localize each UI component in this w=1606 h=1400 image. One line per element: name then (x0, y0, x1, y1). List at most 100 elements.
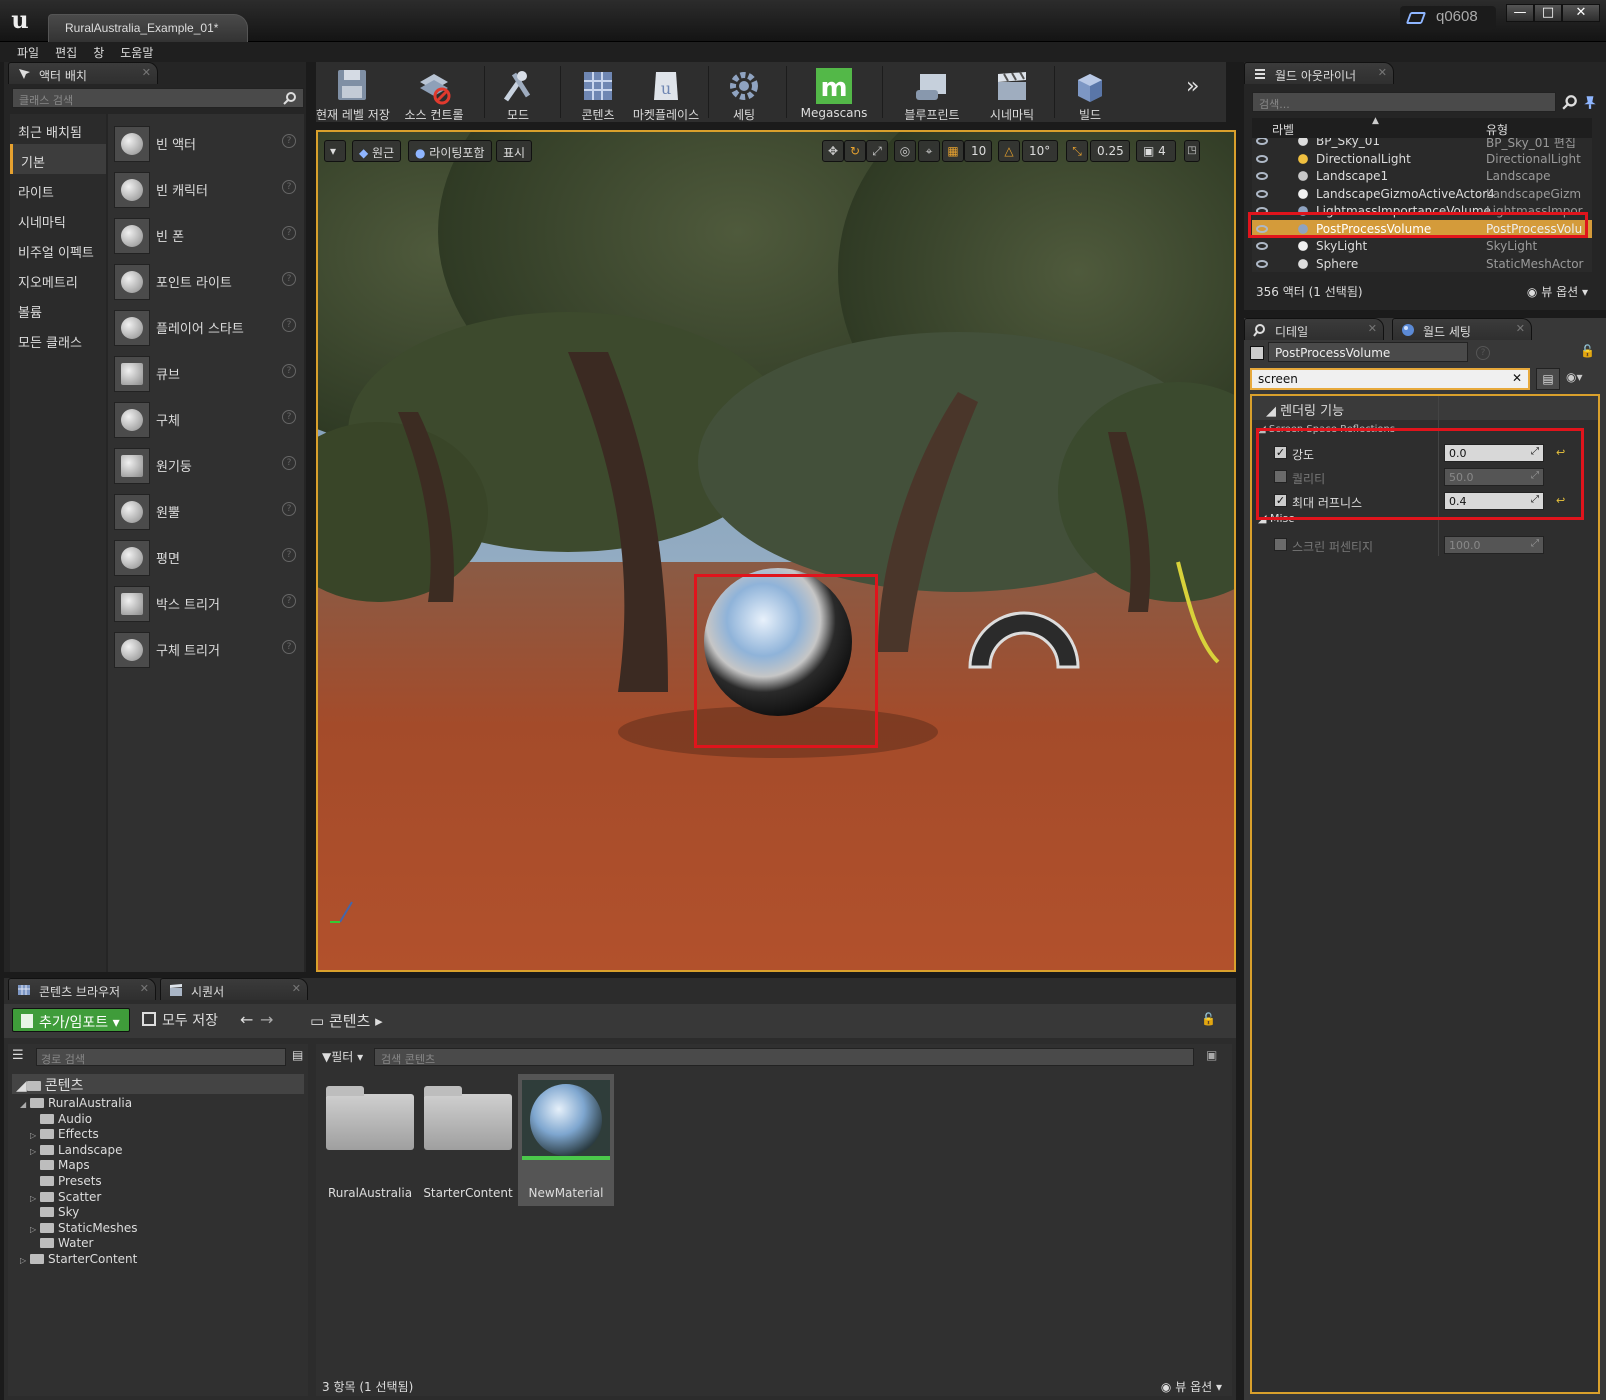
close-icon[interactable]: ✕ (1516, 322, 1525, 335)
scale-snap-value[interactable]: 0.25 (1090, 140, 1130, 162)
scale-icon[interactable]: ⤢ (866, 140, 888, 162)
forward-arrow-icon[interactable]: → (260, 1010, 273, 1029)
level-viewport[interactable]: ▾ ◆ 원근 ● 라이팅포함 표시 ✥ ↻ ⤢ ◎ ⌖ ▦ 10 △ 10° ⤡… (316, 130, 1236, 972)
help-icon[interactable]: ? (282, 180, 296, 194)
class-search-input[interactable]: 클래스 검색 (12, 88, 304, 108)
category-visual-effects[interactable]: 비주얼 이펙트 (10, 234, 106, 264)
actor-item[interactable]: 빈 폰? (108, 212, 304, 258)
help-icon[interactable]: ? (282, 364, 296, 378)
tree-folder-item[interactable]: ▷ Landscape (30, 1143, 122, 1159)
tree-folder-item[interactable]: Presets (30, 1174, 102, 1190)
property-matrix-icon[interactable]: ▤ (1536, 368, 1560, 390)
category-rendering-features[interactable]: ◢ 렌더링 기능 (1252, 396, 1598, 420)
help-icon[interactable]: ? (282, 226, 296, 240)
eye-icon[interactable] (1256, 189, 1268, 198)
close-icon[interactable]: ✕ (142, 66, 151, 79)
outliner-row[interactable]: LightmassImportanceVolume LightmassImpor (1252, 202, 1592, 220)
tab-sequencer[interactable]: 시퀀서 ✕ (160, 978, 308, 1000)
override-checkbox[interactable] (1274, 538, 1287, 551)
actor-item[interactable]: 빈 액터? (108, 120, 304, 166)
maximize-button[interactable]: □ (1534, 4, 1562, 22)
show-button[interactable]: 표시 (496, 140, 533, 162)
actor-item[interactable]: 빈 캐릭터? (108, 166, 304, 212)
details-filter-input[interactable]: screen ✕ (1250, 368, 1530, 390)
perspective-button[interactable]: ◆ 원근 (352, 140, 402, 162)
grid-snap-icon[interactable]: ▦ (942, 140, 964, 162)
expand-arrow-icon[interactable]: ▷ (30, 1131, 40, 1140)
menu-file[interactable]: 파일 (12, 44, 44, 61)
tree-folder-item[interactable]: Audio (30, 1112, 92, 1128)
eye-icon[interactable] (1256, 154, 1268, 163)
surface-snap-icon[interactable]: ⌖ (918, 140, 940, 162)
reset-to-default-icon[interactable]: ↩ (1556, 494, 1565, 507)
menu-help[interactable]: 도움말 (115, 44, 158, 61)
list-view-icon[interactable]: ▤ (292, 1048, 303, 1062)
actor-item[interactable]: 큐브? (108, 350, 304, 396)
viewport-options-button[interactable]: ▾ (324, 140, 346, 162)
actor-item[interactable]: 평면? (108, 534, 304, 580)
camera-speed-button[interactable]: ▣ 4 (1136, 140, 1176, 162)
tree-folder-item[interactable]: ▷ StaticMeshes (30, 1221, 138, 1237)
tab-world-settings[interactable]: 월드 세팅 ✕ (1392, 318, 1532, 340)
close-icon[interactable]: ✕ (292, 982, 301, 995)
category-all-classes[interactable]: 모든 클래스 (10, 324, 106, 354)
asset-tile[interactable]: NewMaterial (518, 1074, 614, 1206)
close-window-button[interactable]: ✕ (1562, 4, 1600, 22)
menu-window[interactable]: 창 (88, 44, 109, 61)
view-options-button[interactable]: ◉ 뷰 옵션 ▾ (1527, 283, 1588, 300)
help-icon[interactable]: ? (282, 134, 296, 148)
tree-folder-item[interactable]: ▷ StarterContent (20, 1252, 137, 1268)
breadcrumb-chevron-icon[interactable]: ▸ (370, 1012, 383, 1030)
asset-tile[interactable]: StarterContent (420, 1074, 516, 1206)
actor-name-field[interactable]: PostProcessVolume (1268, 342, 1468, 362)
eye-icon[interactable] (1256, 224, 1268, 233)
asset-tile[interactable]: RuralAustralia (322, 1074, 418, 1206)
category-geometry[interactable]: 지오메트리 (10, 264, 106, 294)
category-lights[interactable]: 라이트 (10, 174, 106, 204)
lock-icon[interactable]: 🔓 (1201, 1012, 1216, 1026)
subcategory-ssr[interactable]: ◢ Screen Space Reflections (1258, 424, 1395, 435)
menu-edit[interactable]: 편집 (50, 44, 82, 61)
actor-item[interactable]: 원기둥? (108, 442, 304, 488)
marketplace-button[interactable]: u 마켓플레이스 (630, 62, 702, 122)
asset-search-input[interactable]: 검색 콘텐츠 (374, 1048, 1194, 1066)
breadcrumb-content[interactable]: 콘텐츠 (329, 1012, 370, 1030)
toolbar-overflow-button[interactable]: » (1186, 74, 1199, 99)
tab-content-browser[interactable]: 콘텐츠 브라우저 ✕ (8, 978, 156, 1000)
eye-icon[interactable] (1256, 207, 1268, 215)
help-icon[interactable]: ? (1476, 346, 1490, 360)
view-options-eye-icon[interactable]: ◉▾ (1566, 370, 1583, 384)
content-button[interactable]: 콘텐츠 (568, 62, 628, 122)
close-icon[interactable]: ✕ (140, 982, 149, 995)
help-icon[interactable]: ? (282, 318, 296, 332)
actor-item[interactable]: 박스 트리거? (108, 580, 304, 626)
property-value-field[interactable]: 0.0 ⤢ (1444, 444, 1544, 462)
view-mode-button[interactable]: ● 라이팅포함 (408, 140, 492, 162)
scale-snap-icon[interactable]: ⤡ (1066, 140, 1088, 162)
rotate-icon[interactable]: ↻ (844, 140, 866, 162)
help-icon[interactable]: ? (282, 594, 296, 608)
source-control-button[interactable]: 소스 컨트롤 (392, 62, 476, 122)
tree-folder-item[interactable]: Sky (30, 1205, 79, 1221)
sources-toggle-icon[interactable]: ☰ (12, 1048, 30, 1066)
cinematics-button[interactable]: 시네마틱 (976, 62, 1048, 122)
expand-arrow-icon[interactable]: ◢ (20, 1100, 30, 1109)
outliner-row[interactable]: LandscapeGizmoActiveActor4 LandscapeGizm (1252, 185, 1592, 203)
rotation-snap-icon[interactable]: △ (998, 140, 1020, 162)
outliner-row[interactable]: DirectionalLight DirectionalLight (1252, 150, 1592, 168)
lock-icon[interactable]: 🔓 (1580, 344, 1595, 358)
actor-item[interactable]: 원뿔? (108, 488, 304, 534)
settings-button[interactable]: 세팅 (714, 62, 774, 122)
filter-button[interactable]: ▼필터 ▾ (322, 1048, 363, 1065)
override-checkbox[interactable]: ✓ (1274, 494, 1287, 507)
eye-icon[interactable] (1256, 242, 1268, 250)
clear-filter-icon[interactable]: ✕ (1512, 371, 1522, 385)
tree-folder-item[interactable]: ▷ Scatter (30, 1190, 101, 1206)
rotation-snap-value[interactable]: 10° (1022, 140, 1058, 162)
tree-folder-item[interactable]: Water (30, 1236, 93, 1252)
blueprints-button[interactable]: 블루프린트 (890, 62, 974, 122)
actor-item[interactable]: 구체? (108, 396, 304, 442)
tree-folder-item[interactable]: ◢ RuralAustralia (20, 1096, 132, 1112)
close-icon[interactable]: ✕ (1368, 322, 1377, 335)
save-level-button[interactable]: 현재 레벨 저장 (316, 62, 390, 122)
